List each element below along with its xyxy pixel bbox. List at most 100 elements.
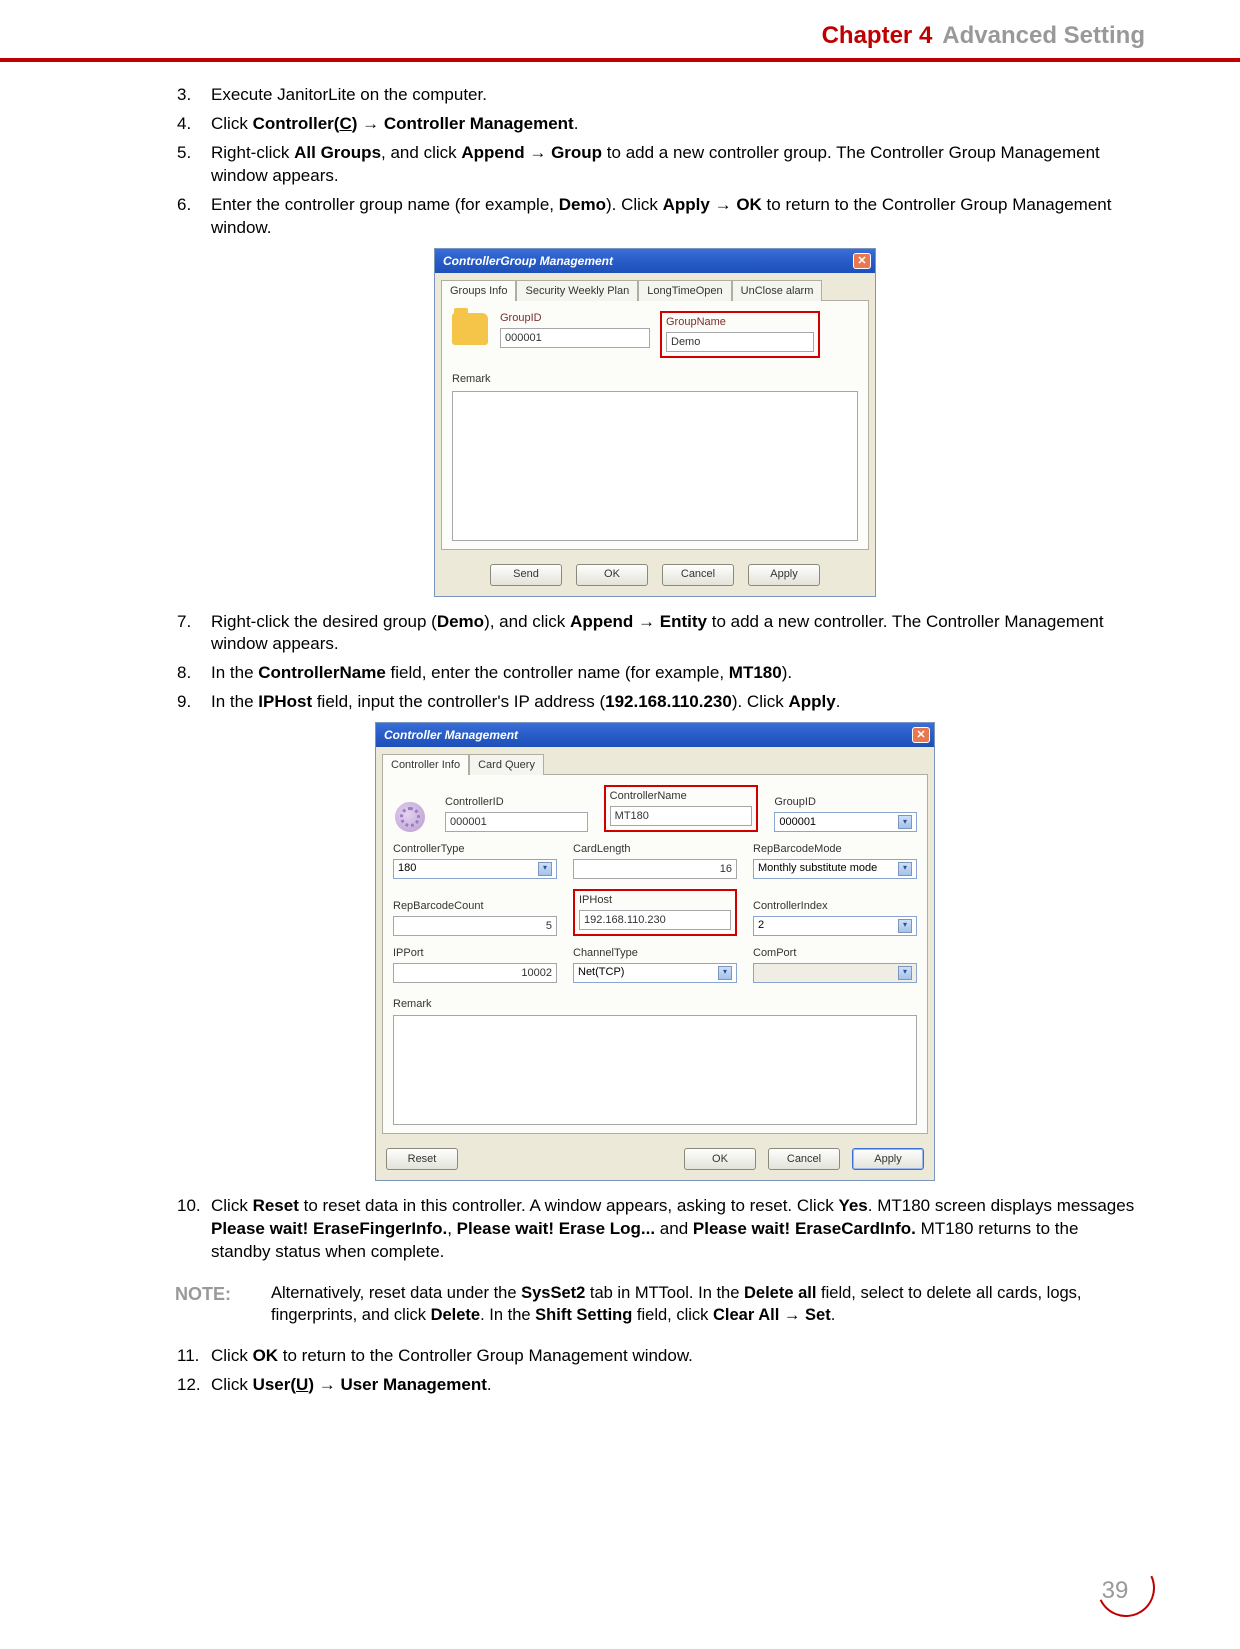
repbarcodecount-label: RepBarcodeCount xyxy=(393,899,557,914)
controllertype-select[interactable]: 180▾ xyxy=(393,859,557,879)
t: Yes xyxy=(838,1196,867,1215)
tab-longtimeopen[interactable]: LongTimeOpen xyxy=(638,280,731,301)
t: Append xyxy=(461,143,524,162)
ok-button[interactable]: OK xyxy=(684,1148,756,1170)
step-8: 8. In the ControllerName field, enter th… xyxy=(175,662,1135,685)
send-button[interactable]: Send xyxy=(490,564,562,586)
groupid-label: GroupID xyxy=(500,311,650,326)
t: field, input the controller's IP address… xyxy=(312,692,605,711)
t: In the xyxy=(211,663,258,682)
apply-button[interactable]: Apply xyxy=(748,564,820,586)
t: and xyxy=(655,1219,693,1238)
ok-button[interactable]: OK xyxy=(576,564,648,586)
reset-button[interactable]: Reset xyxy=(386,1148,458,1170)
t: Right-click xyxy=(211,143,294,162)
iphost-label: IPHost xyxy=(579,893,731,908)
iphost-input[interactable] xyxy=(579,910,731,930)
controllerid-input[interactable] xyxy=(445,812,588,832)
t: Please wait! EraseFingerInfo. xyxy=(211,1219,447,1238)
controllername-input[interactable] xyxy=(610,806,753,826)
arrow-icon: → xyxy=(779,1306,805,1324)
t: ControllerName xyxy=(258,663,386,682)
cancel-button[interactable]: Cancel xyxy=(768,1148,840,1170)
cardlength-input[interactable] xyxy=(573,859,737,879)
step-list-c: 10. Click Reset to reset data in this co… xyxy=(175,1195,1135,1264)
dialog-titlebar[interactable]: Controller Management ✕ xyxy=(376,723,934,747)
step-4: 4. Click Controller(C) → Controller Mana… xyxy=(175,113,1135,136)
step-5: 5. Right-click All Groups, and click App… xyxy=(175,142,1135,188)
dialog-titlebar[interactable]: ControllerGroup Management ✕ xyxy=(435,249,875,273)
t: . MT180 screen displays messages xyxy=(868,1196,1134,1215)
t: Enter the controller group name (for exa… xyxy=(211,195,559,214)
step-number: 5. xyxy=(175,142,211,188)
t: Controller( xyxy=(253,114,340,133)
tab-strip: Controller Info Card Query xyxy=(376,747,934,774)
step-list-d: 11. Click OK to return to the Controller… xyxy=(175,1345,1135,1397)
step-number: 10. xyxy=(175,1195,211,1264)
page-header: Chapter 4 Advanced Setting xyxy=(95,0,1145,58)
remark-textarea[interactable] xyxy=(393,1015,917,1125)
page-number: 39 xyxy=(1102,1575,1129,1607)
tab-unclose-alarm[interactable]: UnClose alarm xyxy=(732,280,823,301)
t: All Groups xyxy=(294,143,381,162)
step-text: Enter the controller group name (for exa… xyxy=(211,194,1135,240)
step-11: 11. Click OK to return to the Controller… xyxy=(175,1345,1135,1368)
step-text: In the IPHost field, input the controlle… xyxy=(211,691,1135,714)
comport-label: ComPort xyxy=(753,946,917,961)
repbarcodemode-select[interactable]: Monthly substitute mode▾ xyxy=(753,859,917,879)
note-label: NOTE: xyxy=(175,1282,271,1327)
t: Click xyxy=(211,1196,253,1215)
tab-security-weekly-plan[interactable]: Security Weekly Plan xyxy=(516,280,638,301)
step-3: 3. Execute JanitorLite on the computer. xyxy=(175,84,1135,107)
t: to reset data in this controller. A wind… xyxy=(299,1196,839,1215)
t: In the xyxy=(211,692,258,711)
t: Set xyxy=(805,1306,831,1324)
repbarcodecount-input[interactable] xyxy=(393,916,557,936)
select-value: Monthly substitute mode xyxy=(758,861,877,876)
t: . xyxy=(574,114,579,133)
chevron-down-icon: ▾ xyxy=(538,862,552,876)
t: Delete all xyxy=(744,1284,816,1302)
remark-label: Remark xyxy=(452,372,858,387)
groupid-input[interactable] xyxy=(500,328,650,348)
step-6: 6. Enter the controller group name (for … xyxy=(175,194,1135,240)
t: C xyxy=(339,114,351,133)
controllerid-label: ControllerID xyxy=(445,795,588,810)
arrow-icon: → xyxy=(357,114,383,133)
controllerindex-select[interactable]: 2▾ xyxy=(753,916,917,936)
t: SysSet2 xyxy=(521,1284,585,1302)
t: Clear All xyxy=(713,1306,779,1324)
close-icon[interactable]: ✕ xyxy=(912,727,930,743)
dialog-button-row: Reset OK Cancel Apply xyxy=(376,1140,934,1180)
groupid-select[interactable]: 000001▾ xyxy=(774,812,917,832)
groupname-label: GroupName xyxy=(666,315,814,330)
controllername-label: ControllerName xyxy=(610,789,753,804)
t: OK xyxy=(736,195,762,214)
ipport-input[interactable] xyxy=(393,963,557,983)
step-number: 8. xyxy=(175,662,211,685)
page-footer: 39 xyxy=(1085,1573,1145,1609)
remark-textarea[interactable] xyxy=(452,391,858,541)
step-text: Click OK to return to the Controller Gro… xyxy=(211,1345,1135,1368)
controller-management-dialog: Controller Management ✕ Controller Info … xyxy=(375,722,935,1181)
cardlength-label: CardLength xyxy=(573,842,737,857)
channeltype-select[interactable]: Net(TCP)▾ xyxy=(573,963,737,983)
select-value: Net(TCP) xyxy=(578,965,624,980)
cancel-button[interactable]: Cancel xyxy=(662,564,734,586)
chapter-title: Advanced Setting xyxy=(942,20,1145,52)
t: 192.168.110.230 xyxy=(605,692,732,711)
t: Append xyxy=(570,612,633,631)
step-text: Execute JanitorLite on the computer. xyxy=(211,84,1135,107)
gear-icon xyxy=(395,802,425,832)
groupname-input[interactable] xyxy=(666,332,814,352)
t: Alternatively, reset data under the xyxy=(271,1284,521,1302)
tab-groups-info[interactable]: Groups Info xyxy=(441,280,516,301)
step-list-b: 7. Right-click the desired group (Demo),… xyxy=(175,611,1135,715)
t: Right-click the desired group ( xyxy=(211,612,437,631)
t: . In the xyxy=(480,1306,535,1324)
close-icon[interactable]: ✕ xyxy=(853,253,871,269)
t: User Management xyxy=(340,1375,486,1394)
apply-button[interactable]: Apply xyxy=(852,1148,924,1170)
tab-controller-info[interactable]: Controller Info xyxy=(382,754,469,775)
tab-card-query[interactable]: Card Query xyxy=(469,754,544,775)
